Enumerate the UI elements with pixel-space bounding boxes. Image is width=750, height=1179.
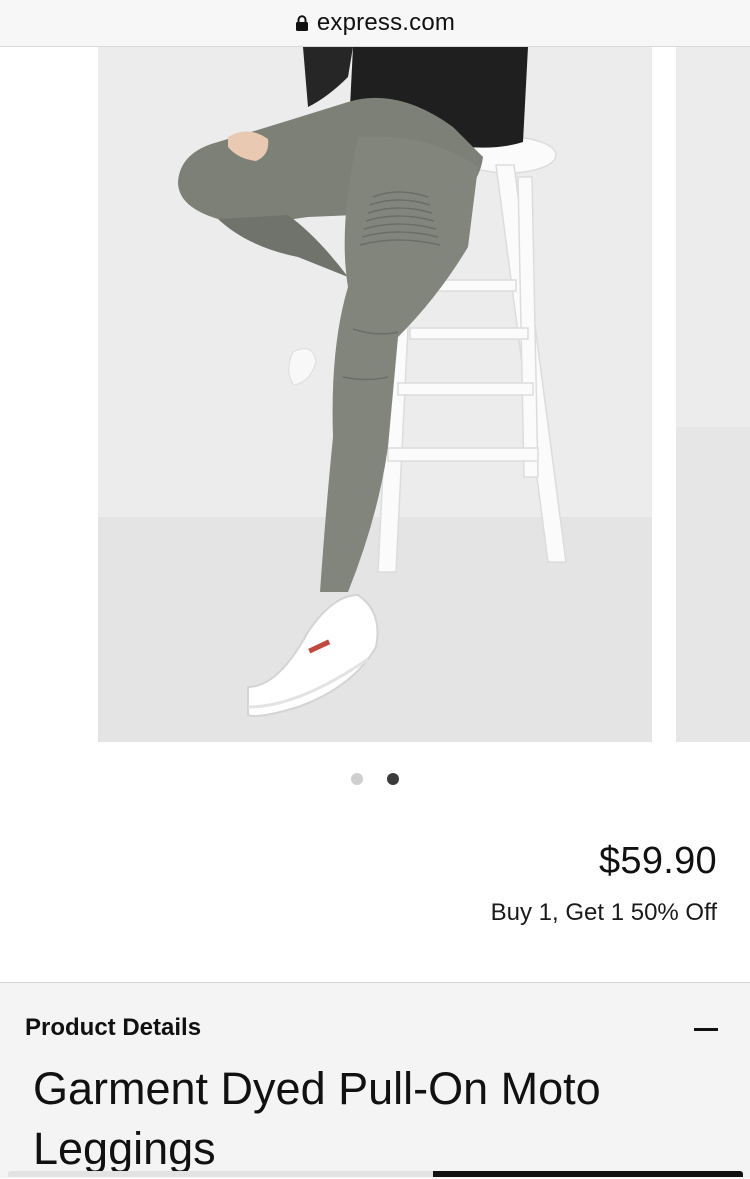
bottom-action-bar [0,1168,750,1177]
carousel-pagination [0,773,750,787]
product-title: Garment Dyed Pull-On Moto Leggings [33,1063,601,1174]
browser-url-bar[interactable]: express.com [0,0,750,47]
bottom-bar-right[interactable] [433,1171,743,1177]
product-details-toggle-label[interactable]: Product Details [25,1014,201,1042]
product-image-carousel[interactable] [0,47,750,742]
product-price: $59.90 [598,840,717,882]
carousel-dot-1[interactable] [351,773,363,785]
product-photo-next [676,47,750,742]
product-details-section: Product Details Garment Dyed Pull-On Mot… [0,982,750,1178]
product-image-next[interactable] [676,47,750,742]
lock-icon [295,15,308,31]
product-image-main[interactable] [98,47,652,742]
promotion-text: Buy 1, Get 1 50% Off [490,899,717,926]
minus-icon[interactable] [694,1028,718,1031]
carousel-dot-2-active[interactable] [387,773,399,785]
url-text: express.com [316,9,456,36]
product-photo [98,47,652,742]
bottom-bar-left[interactable] [8,1171,433,1177]
url-display[interactable]: express.com [295,9,455,37]
